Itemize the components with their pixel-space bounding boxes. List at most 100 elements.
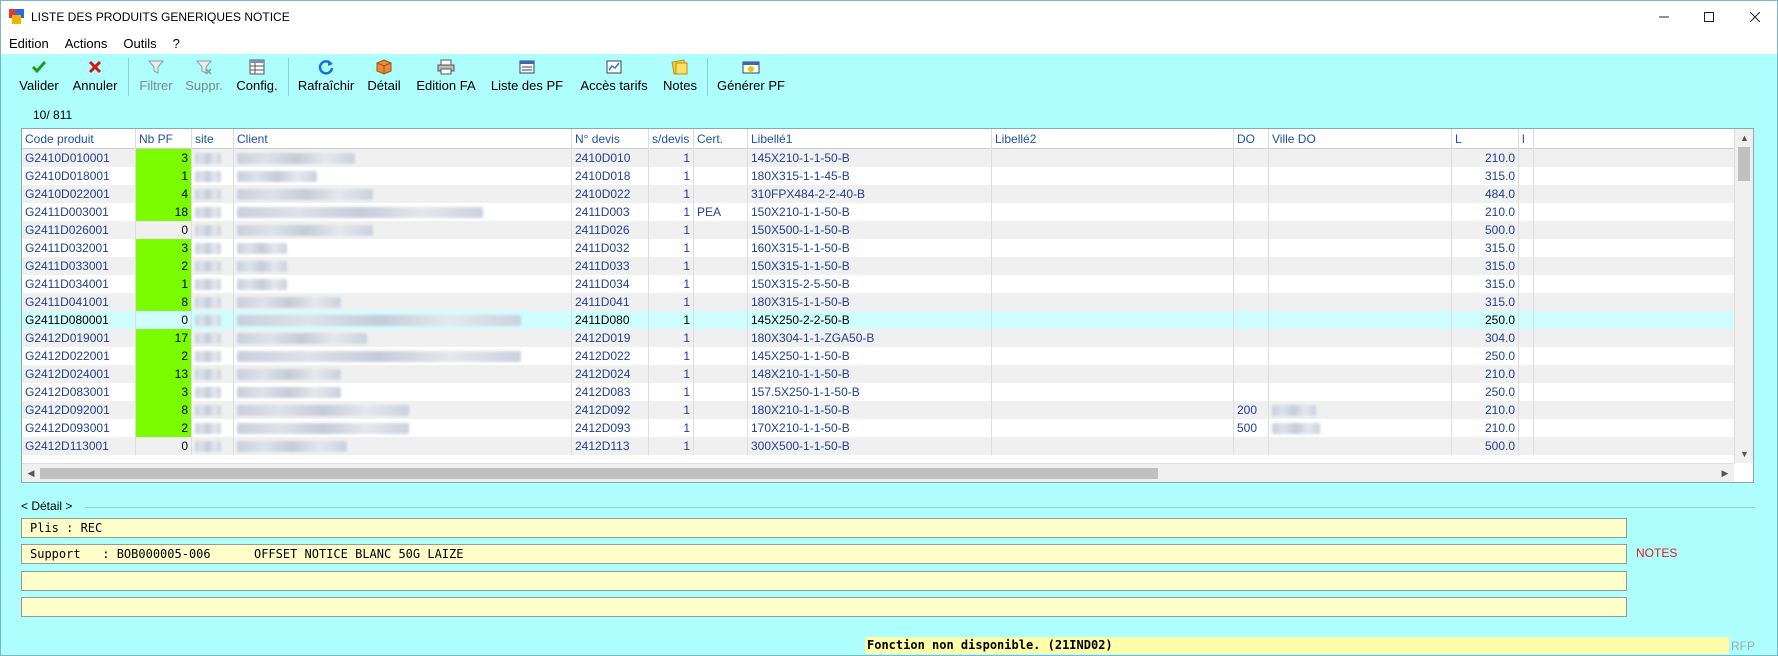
- col-code-produit-header[interactable]: Code produit: [22, 129, 136, 149]
- detail-line-empty[interactable]: [21, 571, 1627, 591]
- detail-line-support[interactable]: Support : BOB000005-006 OFFSET NOTICE BL…: [21, 544, 1627, 564]
- col-l-header[interactable]: L: [1452, 129, 1519, 149]
- redacted-text: [237, 441, 347, 452]
- cell-ville-do: [1269, 347, 1452, 365]
- cell-do: [1234, 149, 1269, 167]
- remove-filter-icon: [196, 57, 212, 77]
- rafraichir-button[interactable]: Rafraîchir: [296, 57, 356, 97]
- cell-l-small: [1519, 401, 1534, 419]
- detail-line-empty[interactable]: [21, 597, 1627, 617]
- menu-edition[interactable]: Edition: [1, 36, 57, 51]
- col-nb-pf-header[interactable]: Nb PF: [136, 129, 192, 149]
- table-row[interactable]: G2411D003001 18 2411D003 1 PEA 150X210-1-1-50…: [22, 203, 1734, 221]
- col-l-small-header[interactable]: l: [1519, 129, 1534, 149]
- notes-link[interactable]: NOTES: [1636, 546, 1677, 560]
- menu-actions[interactable]: Actions: [57, 36, 116, 51]
- config-button[interactable]: Config.: [233, 57, 281, 97]
- toolbar-separator: [288, 58, 289, 96]
- vertical-scroll-thumb[interactable]: [1738, 147, 1750, 181]
- cell-s-devis: 1: [649, 239, 694, 257]
- cell-site: [192, 293, 234, 311]
- generer-pf-button[interactable]: Générer PF: [716, 57, 786, 97]
- redacted-text: [237, 171, 317, 182]
- table-row[interactable]: G2410D018001 1 2410D018 1 180X315-1-1-45-B 31…: [22, 167, 1734, 185]
- table-row[interactable]: G2412D092001 8 2412D092 1 180X210-1-1-50-B 20…: [22, 401, 1734, 419]
- scroll-left-icon[interactable]: ◀: [22, 464, 40, 482]
- cell-cert: [694, 257, 748, 275]
- table-row[interactable]: G2411D080001 0 2411D080 1 145X250-2-2-50-B 25…: [22, 311, 1734, 329]
- table-row[interactable]: G2411D032001 3 2411D032 1 160X315-1-1-50-B 31…: [22, 239, 1734, 257]
- cell-libelle2: [992, 401, 1234, 419]
- close-button[interactable]: [1732, 1, 1778, 32]
- cell-code-produit: G2411D080001: [22, 311, 136, 329]
- liste-pf-button[interactable]: Liste des PF: [488, 57, 566, 97]
- cell-do: [1234, 329, 1269, 347]
- minimize-button[interactable]: [1641, 1, 1687, 32]
- window-title: LISTE DES PRODUITS GENERIQUES NOTICE: [31, 9, 290, 24]
- detail-line-plis[interactable]: Plis : REC: [21, 518, 1627, 538]
- table-row[interactable]: G2411D033001 2 2411D033 1 150X315-1-1-50-B 31…: [22, 257, 1734, 275]
- col-ville-do-header[interactable]: Ville DO: [1269, 129, 1452, 149]
- scroll-right-icon[interactable]: ▶: [1716, 464, 1734, 482]
- redacted-text: [195, 297, 221, 308]
- detail-button[interactable]: Détail: [364, 57, 404, 97]
- cell-do: [1234, 293, 1269, 311]
- table-row[interactable]: G2410D022001 4 2410D022 1 310FPX484-2-2-40-B…: [22, 185, 1734, 203]
- horizontal-scroll-thumb[interactable]: [40, 468, 1158, 479]
- cell-cert: [694, 275, 748, 293]
- table-row[interactable]: G2411D026001 0 2411D026 1 150X500-1-1-50-B 50…: [22, 221, 1734, 239]
- cell-site: [192, 203, 234, 221]
- table-row[interactable]: G2412D022001 2 2412D022 1 145X250-1-1-50-B 25…: [22, 347, 1734, 365]
- cell-s-devis: 1: [649, 419, 694, 437]
- cell-s-devis: 1: [649, 257, 694, 275]
- filtrer-label: Filtrer: [139, 78, 173, 93]
- acces-tarifs-button[interactable]: Accès tarifs: [577, 57, 651, 97]
- col-s-devis-header[interactable]: s/devis: [649, 129, 694, 149]
- col-libelle1-header[interactable]: Libellé1: [748, 129, 992, 149]
- generer-pf-label: Générer PF: [717, 78, 785, 93]
- menu-help[interactable]: ?: [165, 36, 188, 51]
- status-rfp: RFP: [1731, 639, 1755, 653]
- cell-n-devis: 2411D003: [572, 203, 649, 221]
- annuler-button[interactable]: Annuler: [69, 57, 121, 97]
- col-site-header[interactable]: site: [192, 129, 234, 149]
- cell-s-devis: 1: [649, 275, 694, 293]
- vertical-scrollbar[interactable]: ▲ ▼: [1734, 129, 1753, 463]
- col-cert-header[interactable]: Cert.: [694, 129, 748, 149]
- notes-button[interactable]: Notes: [660, 57, 700, 97]
- table-row[interactable]: G2412D024001 13 2412D024 1 148X210-1-1-50-B 2…: [22, 365, 1734, 383]
- col-do-header[interactable]: DO: [1234, 129, 1269, 149]
- cell-do: [1234, 365, 1269, 383]
- filtrer-button[interactable]: Filtrer: [135, 57, 177, 97]
- cell-ville-do: [1269, 203, 1452, 221]
- cell-l-small: [1519, 293, 1534, 311]
- menu-outils[interactable]: Outils: [115, 36, 164, 51]
- table-row[interactable]: G2412D113001 0 2412D113 1 300X500-1-1-50-B 50…: [22, 437, 1734, 455]
- col-libelle2-header[interactable]: Libellé2: [992, 129, 1234, 149]
- horizontal-scrollbar[interactable]: ◀ ▶: [22, 463, 1734, 482]
- edition-fa-button[interactable]: Edition FA: [413, 57, 479, 97]
- cell-l: 210.0: [1452, 401, 1519, 419]
- table-row[interactable]: G2411D034001 1 2411D034 1 150X315-2-5-50-B 31…: [22, 275, 1734, 293]
- scroll-down-icon[interactable]: ▼: [1735, 445, 1753, 463]
- grid-header: Code produit Nb PF site Client N° devis s/dev…: [22, 129, 1734, 149]
- cell-nb-pf: 8: [136, 401, 192, 419]
- table-row[interactable]: G2411D041001 8 2411D041 1 180X315-1-1-50-B 31…: [22, 293, 1734, 311]
- printer-icon: [437, 57, 455, 77]
- cell-nb-pf: 0: [136, 437, 192, 455]
- maximize-button[interactable]: [1686, 1, 1732, 32]
- table-row[interactable]: G2412D093001 2 2412D093 1 170X210-1-1-50-B 50…: [22, 419, 1734, 437]
- table-row[interactable]: G2410D010001 3 2410D010 1 145X210-1-1-50-B 21…: [22, 149, 1734, 167]
- table-row[interactable]: G2412D083001 3 2412D083 1 157.5X250-1-1-50-B…: [22, 383, 1734, 401]
- suppr-label: Suppr.: [185, 78, 223, 93]
- scroll-up-icon[interactable]: ▲: [1735, 129, 1753, 147]
- cell-do: [1234, 221, 1269, 239]
- suppr-button[interactable]: Suppr.: [182, 57, 226, 97]
- valider-button[interactable]: Valider: [17, 57, 61, 97]
- col-client-header[interactable]: Client: [234, 129, 572, 149]
- cell-l: 315.0: [1452, 167, 1519, 185]
- redacted-text: [237, 351, 521, 362]
- cell-s-devis: 1: [649, 149, 694, 167]
- table-row[interactable]: G2412D019001 17 2412D019 1 180X304-1-1-ZGA50…: [22, 329, 1734, 347]
- col-n-devis-header[interactable]: N° devis: [572, 129, 649, 149]
